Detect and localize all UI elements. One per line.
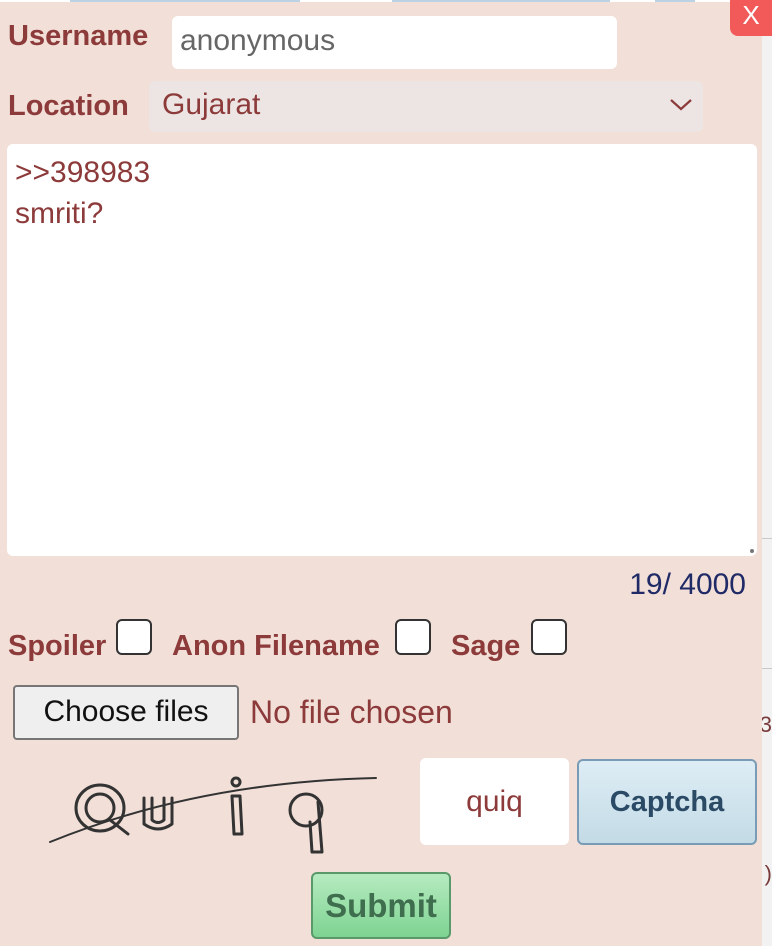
captcha-input[interactable]: quiq — [420, 758, 569, 845]
background-page-edge: 3 ) — [760, 0, 772, 946]
location-selected-value: Gujarat — [162, 88, 261, 121]
username-input[interactable]: anonymous — [172, 16, 617, 69]
username-label: Username — [8, 20, 149, 52]
resize-handle-icon[interactable] — [750, 549, 754, 553]
message-line: smriti? — [15, 197, 104, 230]
submit-button[interactable]: Submit — [311, 872, 451, 939]
captcha-image — [49, 776, 377, 854]
location-label: Location — [8, 90, 129, 122]
spoiler-checkbox[interactable] — [116, 619, 152, 655]
reply-form-panel: Username anonymous Location Gujarat >>39… — [0, 2, 762, 946]
anon-filename-label: Anon Filename — [172, 630, 380, 662]
sage-label: Sage — [451, 630, 521, 662]
close-button[interactable]: X — [730, 0, 772, 36]
background-divider — [762, 538, 772, 539]
location-select[interactable]: Gujarat — [149, 81, 703, 132]
character-counter: 19/ 4000 — [629, 568, 746, 601]
file-status-text: No file chosen — [250, 694, 453, 730]
choose-files-button[interactable]: Choose files — [13, 685, 239, 740]
background-divider — [762, 668, 772, 669]
sage-checkbox[interactable] — [531, 619, 567, 655]
spoiler-label: Spoiler — [8, 630, 107, 662]
page: 3 ) Username anonymous Location Gujarat … — [0, 0, 772, 946]
background-glyph: ) — [764, 861, 772, 886]
captcha-button[interactable]: Captcha — [577, 759, 757, 845]
chevron-down-icon — [670, 99, 692, 111]
message-line: >>398983 — [15, 156, 151, 189]
message-textarea[interactable]: >>398983 smriti? — [7, 144, 757, 556]
anon-filename-checkbox[interactable] — [395, 619, 431, 655]
